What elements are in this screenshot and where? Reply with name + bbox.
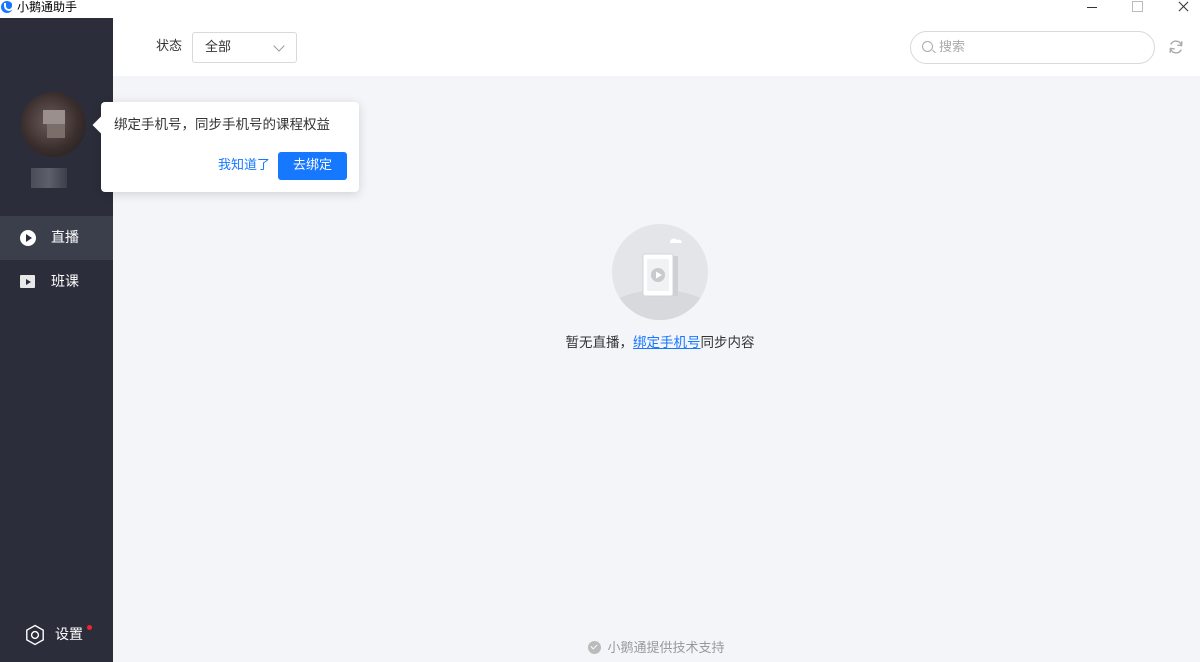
- footer-text: 小鹅通提供技术支持: [607, 641, 725, 656]
- bind-phone-link[interactable]: 绑定手机号: [633, 335, 701, 351]
- close-button[interactable]: [1168, 0, 1198, 16]
- play-circle-icon: [20, 230, 36, 246]
- empty-state-text: 暂无直播，: [565, 335, 634, 351]
- bind-phone-popover: 绑定手机号，同步手机号的课程权益 我知道了 去绑定: [92, 102, 359, 192]
- sidebar: 直播 班课 设置: [0, 18, 113, 662]
- class-board-icon: [20, 275, 35, 288]
- empty-state-message: 暂无直播，绑定手机号同步内容: [113, 333, 1200, 353]
- dismiss-link[interactable]: 我知道了: [218, 157, 270, 175]
- avatar[interactable]: [21, 92, 86, 157]
- notification-dot: [87, 625, 92, 630]
- status-filter-select[interactable]: 全部: [192, 32, 297, 63]
- title-bar: 小鹅通助手: [0, 0, 1200, 18]
- empty-state-illustration: [612, 224, 708, 320]
- search-box[interactable]: [910, 31, 1155, 64]
- popover-message: 绑定手机号，同步手机号的课程权益: [114, 117, 330, 133]
- minimize-button[interactable]: [1077, 0, 1107, 16]
- search-input[interactable]: [939, 37, 1139, 58]
- search-icon: [922, 41, 933, 52]
- maximize-button[interactable]: [1122, 0, 1152, 16]
- sidebar-item-live[interactable]: 直播: [0, 216, 113, 260]
- sidebar-item-label: 直播: [51, 230, 79, 246]
- settings-button[interactable]: 设置: [24, 622, 104, 646]
- toolbar: 状态 全部: [113, 18, 1200, 76]
- app-logo-icon: [1, 1, 14, 13]
- empty-state-text-suffix: 同步内容: [700, 335, 755, 351]
- empty-video-icon: [612, 238, 708, 320]
- status-filter-value: 全部: [205, 40, 232, 55]
- check-circle-icon: [588, 641, 602, 654]
- username-blurred: [31, 168, 67, 188]
- refresh-icon[interactable]: [1168, 39, 1184, 55]
- sidebar-item-class[interactable]: 班课: [0, 260, 113, 304]
- status-filter-label: 状态: [156, 39, 183, 54]
- gear-icon: [26, 624, 44, 646]
- chevron-down-icon: [273, 40, 285, 52]
- settings-label: 设置: [55, 627, 83, 643]
- footer: 小鹅通提供技术支持: [113, 640, 1200, 658]
- sidebar-item-label: 班课: [51, 274, 79, 290]
- window-title: 小鹅通助手: [17, 0, 78, 14]
- bind-now-button[interactable]: 去绑定: [278, 152, 347, 180]
